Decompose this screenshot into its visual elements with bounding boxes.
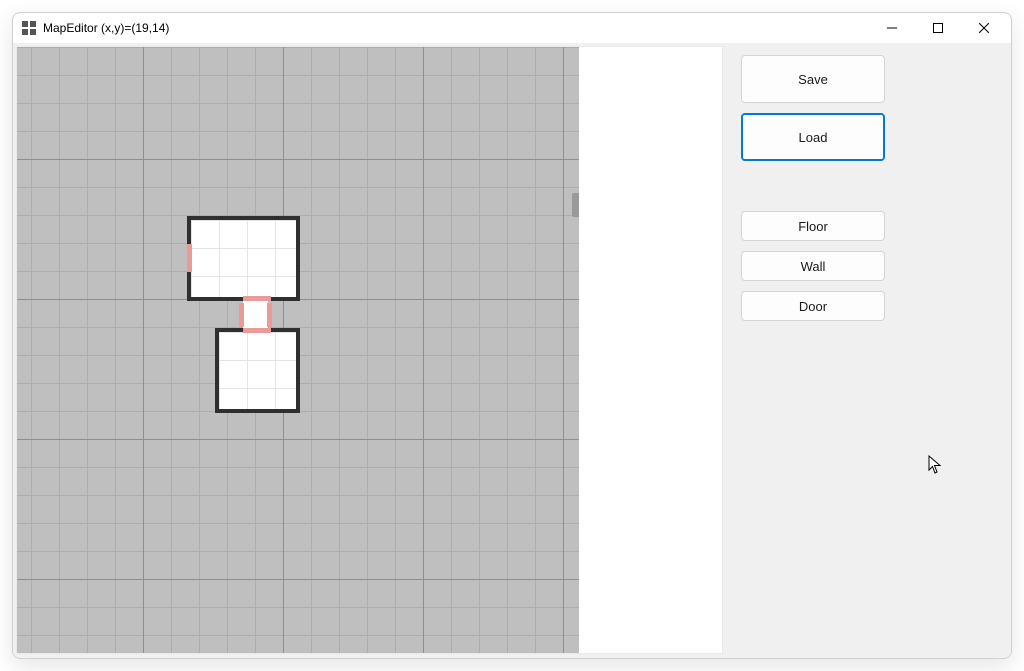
door-segment[interactable] (243, 296, 271, 301)
map-grid[interactable] (17, 47, 579, 653)
load-button[interactable]: Load (741, 113, 885, 161)
door-segment[interactable] (239, 303, 244, 327)
wall-tool-button[interactable]: Wall (741, 251, 885, 281)
door-segment[interactable] (243, 328, 271, 333)
save-button[interactable]: Save (741, 55, 885, 103)
close-button[interactable] (961, 13, 1007, 43)
minimize-button[interactable] (869, 13, 915, 43)
app-icon (21, 20, 37, 36)
client-area: Save Load Floor Wall Door (13, 43, 1011, 658)
room-2[interactable] (215, 328, 300, 413)
floor-tool-button[interactable]: Floor (741, 211, 885, 241)
door-segment[interactable] (187, 244, 192, 272)
canvas-blank-area (579, 47, 722, 653)
maximize-button[interactable] (915, 13, 961, 43)
window-title: MapEditor (x,y)=(19,14) (43, 21, 169, 35)
room-floor (191, 220, 296, 297)
map-canvas-panel (16, 46, 723, 654)
titlebar: MapEditor (x,y)=(19,14) (13, 13, 1011, 43)
corridor-floor[interactable] (243, 299, 268, 329)
vertical-scrollbar-thumb[interactable] (572, 193, 579, 217)
room-floor (219, 332, 296, 409)
door-segment[interactable] (267, 303, 272, 327)
room-1[interactable] (187, 216, 300, 301)
app-window: MapEditor (x,y)=(19,14) (12, 12, 1012, 659)
door-tool-button[interactable]: Door (741, 291, 885, 321)
tool-panel: Save Load Floor Wall Door (723, 43, 1011, 658)
